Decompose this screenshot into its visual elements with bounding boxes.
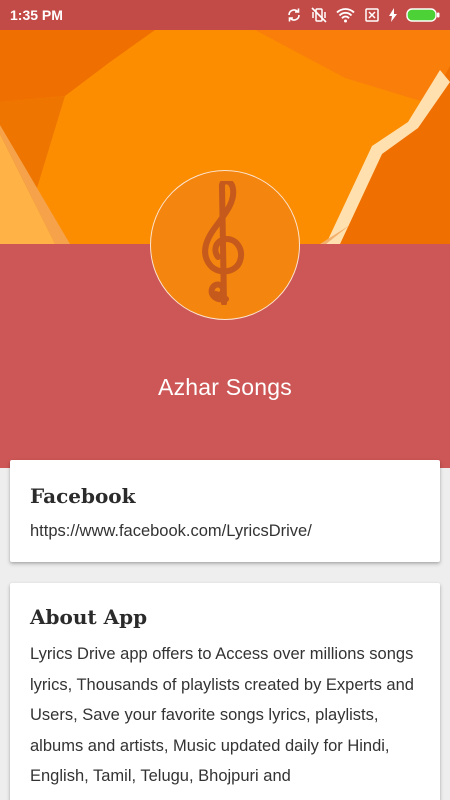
no-sim-icon (364, 7, 380, 23)
app-screen: 1:35 PM Azhar Songs Facebook https://www… (0, 0, 450, 800)
status-icons (286, 7, 440, 23)
profile-name: Azhar Songs (158, 374, 292, 400)
status-time: 1:35 PM (10, 7, 63, 23)
about-app-card: About App Lyrics Drive app offers to Acc… (10, 583, 440, 800)
sync-icon (286, 7, 302, 23)
status-bar: 1:35 PM (0, 0, 450, 30)
facebook-link[interactable]: https://www.facebook.com/LyricsDrive/ (30, 522, 420, 541)
profile-avatar (150, 170, 300, 320)
about-app-description: Lyrics Drive app offers to Access over m… (30, 645, 414, 785)
treble-clef-icon (200, 177, 250, 310)
vibrate-off-icon (311, 7, 327, 23)
about-app-title: About App (30, 605, 148, 629)
facebook-card: Facebook https://www.facebook.com/Lyrics… (10, 460, 440, 562)
charging-icon (389, 8, 397, 22)
battery-icon (406, 7, 440, 23)
wifi-icon (336, 7, 355, 23)
facebook-title: Facebook (30, 484, 136, 508)
